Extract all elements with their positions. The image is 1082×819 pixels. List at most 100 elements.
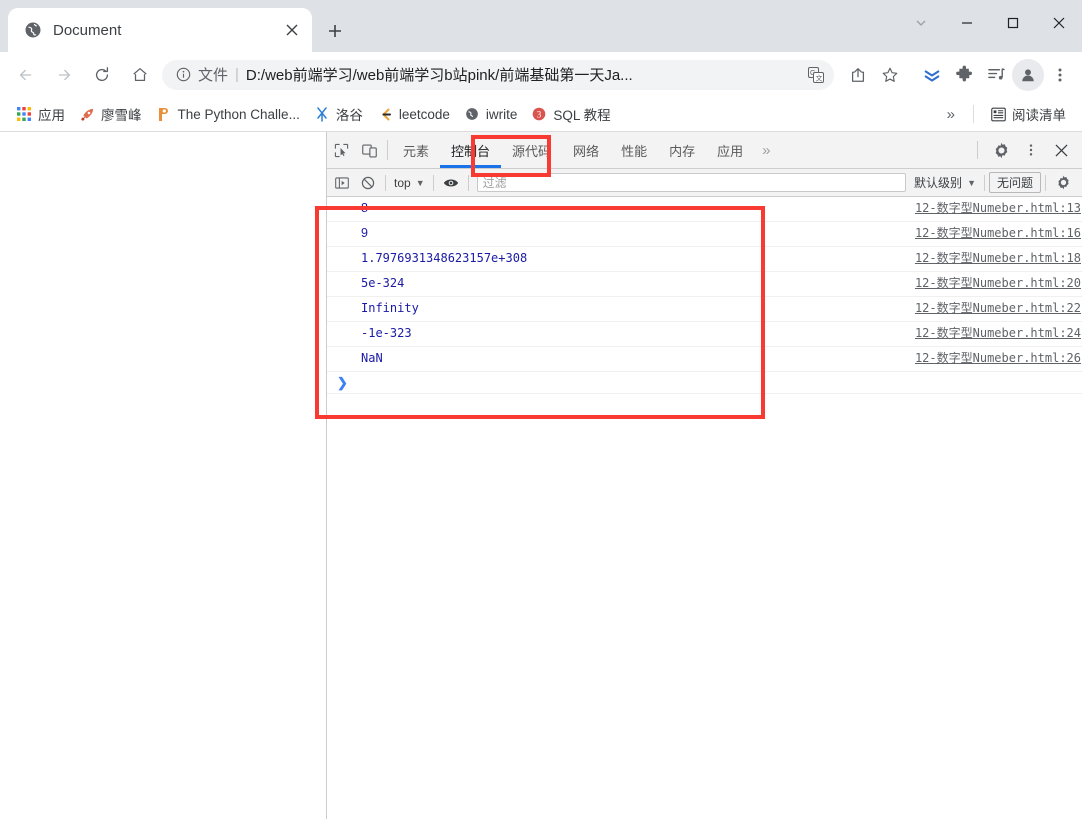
tab-memory[interactable]: 内存	[658, 132, 706, 168]
console-message[interactable]: NaN 12-数字型Numeber.html:26	[327, 347, 1082, 372]
log-level-selector[interactable]: 默认级别 ▼	[910, 174, 980, 191]
filter-placeholder: 过滤	[482, 176, 507, 190]
kebab-menu-icon[interactable]	[1044, 59, 1076, 91]
share-icon[interactable]	[842, 59, 874, 91]
minimize-button[interactable]	[944, 0, 990, 46]
bookmarks-overflow-button[interactable]: »	[939, 106, 963, 123]
console-settings-gear-icon[interactable]	[1050, 171, 1076, 195]
luogu-icon	[314, 106, 330, 122]
tab-label: 内存	[669, 143, 696, 159]
leetcode-icon	[377, 106, 393, 122]
new-tab-button[interactable]	[320, 16, 350, 46]
devtools-tabbar: 元素 控制台 源代码 网络 性能 内存 应用 »	[327, 132, 1082, 169]
bookmark-label: 洛谷	[335, 108, 363, 123]
console-message-text: 5e-324	[361, 276, 405, 290]
bookmark-label: SQL 教程	[553, 108, 611, 123]
console-message-text: 1.7976931348623157e+308	[361, 251, 528, 265]
close-devtools-icon[interactable]	[1046, 132, 1076, 168]
console-output[interactable]: 8 12-数字型Numeber.html:13 9 12-数字型Numeber.…	[327, 197, 1082, 819]
bookmark-iwrite[interactable]: iwrite	[458, 102, 524, 126]
console-sidebar-icon[interactable]	[329, 171, 355, 195]
tab-sources[interactable]: 源代码	[501, 132, 562, 168]
tab-application[interactable]: 应用	[706, 132, 754, 168]
divider	[973, 105, 974, 123]
console-prompt[interactable]: ❯	[327, 372, 1082, 394]
sql-icon: 3	[531, 106, 547, 122]
divider	[1045, 174, 1046, 191]
svg-text:3: 3	[537, 109, 542, 119]
back-button[interactable]	[10, 59, 42, 91]
console-message-source-link[interactable]: 12-数字型Numeber.html:24	[905, 325, 1082, 342]
console-message[interactable]: 5e-324 12-数字型Numeber.html:20	[327, 272, 1082, 297]
url-text: D:/web前端学习/web前端学习b站pink/前端基础第一天Ja...	[245, 67, 633, 84]
tab-strip: Document	[0, 0, 1082, 52]
console-message-text: Infinity	[361, 301, 419, 315]
console-message-source-link[interactable]: 12-数字型Numeber.html:16	[905, 225, 1082, 242]
tab-performance[interactable]: 性能	[610, 132, 658, 168]
tab-network[interactable]: 网络	[562, 132, 610, 168]
bookmark-label: leetcode	[398, 106, 450, 122]
home-icon[interactable]	[124, 59, 156, 91]
forward-button[interactable]	[48, 59, 80, 91]
execution-context-selector[interactable]: top ▼	[390, 176, 429, 190]
avatar-icon[interactable]	[1012, 58, 1044, 91]
divider	[432, 174, 434, 191]
tab-title: Document	[53, 21, 122, 39]
console-message-source-link[interactable]: 12-数字型Numeber.html:22	[905, 300, 1082, 317]
console-filter-bar: top ▼ 过滤 默认级别 ▼ 无问题	[327, 169, 1082, 197]
console-message-source-link[interactable]: 12-数字型Numeber.html:18	[905, 250, 1082, 267]
tab-console[interactable]: 控制台	[440, 132, 502, 168]
reading-list-button[interactable]: 阅读清单	[984, 102, 1072, 126]
tab-label: 元素	[403, 143, 430, 159]
translate-icon[interactable]: G 文	[804, 63, 828, 87]
browser-window: Document 文件 | D:/web前端学习/web前端学习b站pink/前…	[0, 0, 1082, 819]
reload-icon[interactable]	[86, 59, 118, 91]
issues-button[interactable]: 无问题	[988, 172, 1041, 193]
downloads-extension-icon[interactable]	[916, 59, 948, 91]
bookmark-liaoxuefeng[interactable]: 廖雪峰	[73, 102, 148, 126]
live-expression-eye-icon[interactable]	[438, 171, 464, 195]
tab-elements[interactable]: 元素	[392, 132, 440, 168]
console-message[interactable]: 1.7976931348623157e+308 12-数字型Numeber.ht…	[327, 247, 1082, 272]
address-bar[interactable]: 文件 | D:/web前端学习/web前端学习b站pink/前端基础第一天Ja.…	[162, 59, 834, 90]
execution-context-label: top	[394, 175, 411, 190]
close-window-button[interactable]	[1036, 0, 1082, 46]
console-message-source-link[interactable]: 12-数字型Numeber.html:20	[905, 275, 1082, 292]
kebab-menu-icon[interactable]	[1016, 132, 1046, 168]
bookmark-leetcode[interactable]: leetcode	[371, 102, 456, 126]
maximize-button[interactable]	[990, 0, 1036, 46]
bookmark-luogu[interactable]: 洛谷	[308, 102, 369, 126]
inspect-element-icon[interactable]	[327, 132, 355, 168]
music-list-icon[interactable]	[980, 59, 1012, 91]
divider	[467, 174, 469, 191]
gear-icon[interactable]	[986, 132, 1016, 168]
device-toolbar-icon[interactable]	[355, 132, 383, 168]
clear-console-icon[interactable]	[355, 171, 381, 195]
globe-icon	[24, 21, 42, 39]
chevron-down-icon[interactable]	[898, 0, 944, 46]
browser-tab[interactable]: Document	[8, 8, 312, 52]
console-filter-input[interactable]: 过滤	[476, 173, 907, 192]
star-icon[interactable]	[874, 59, 906, 91]
divider	[983, 174, 985, 191]
console-message[interactable]: 8 12-数字型Numeber.html:13	[327, 197, 1082, 222]
bookmark-python-challenge[interactable]: The Python Challe...	[150, 102, 306, 126]
apps-grid-icon	[16, 106, 32, 122]
console-message[interactable]: -1e-323 12-数字型Numeber.html:24	[327, 322, 1082, 347]
console-message[interactable]: 9 12-数字型Numeber.html:16	[327, 222, 1082, 247]
bookmark-label: 应用	[38, 108, 65, 123]
console-prompt-arrow: ❯	[337, 375, 348, 390]
window-controls	[898, 0, 1082, 46]
bookmark-sql-tutorial[interactable]: 3 SQL 教程	[525, 102, 616, 126]
console-message[interactable]: Infinity 12-数字型Numeber.html:22	[327, 297, 1082, 322]
url-separator: |	[235, 66, 239, 83]
console-message-source-link[interactable]: 12-数字型Numeber.html:26	[905, 350, 1082, 367]
puzzle-extension-icon[interactable]	[948, 59, 980, 91]
divider	[387, 140, 388, 160]
bookmark-apps[interactable]: 应用	[10, 102, 71, 126]
info-circle-icon[interactable]	[172, 64, 194, 86]
close-icon[interactable]	[280, 18, 304, 42]
console-message-source-link[interactable]: 12-数字型Numeber.html:13	[905, 200, 1082, 217]
devtools-tabs-overflow[interactable]: »	[754, 132, 778, 168]
console-message-text: 9	[361, 226, 368, 240]
